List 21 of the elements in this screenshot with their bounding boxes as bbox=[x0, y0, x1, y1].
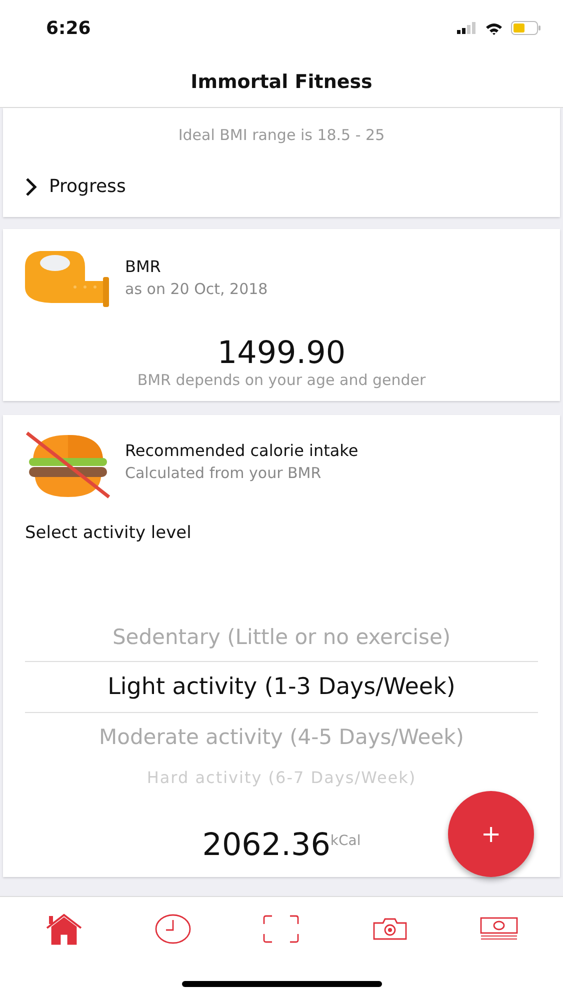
chevron-icon bbox=[25, 176, 37, 196]
status-time: 6:26 bbox=[46, 18, 91, 38]
calorie-value: 2062.36 bbox=[202, 827, 330, 863]
activity-option[interactable]: Moderate activity (4-5 Days/Week) bbox=[25, 713, 538, 761]
bmi-range-hint: Ideal BMI range is 18.5 - 25 bbox=[177, 126, 386, 144]
bmr-date: as on 20 Oct, 2018 bbox=[125, 280, 268, 298]
signal-icon bbox=[457, 22, 477, 34]
calorie-subtitle: Calculated from your BMR bbox=[125, 464, 322, 482]
calorie-title: Recommended calorie intake bbox=[125, 441, 358, 460]
calorie-unit: kCal bbox=[330, 833, 361, 849]
crossed-burger-icon bbox=[25, 431, 111, 499]
bmr-hint: BMR depends on your age and gender bbox=[136, 371, 427, 389]
bmr-title: BMR bbox=[125, 257, 162, 276]
activity-option[interactable]: Sedentary (Little or no exercise) bbox=[25, 613, 538, 661]
battery-icon bbox=[511, 21, 541, 35]
wifi-icon bbox=[485, 22, 503, 34]
activity-label: Select activity level bbox=[25, 523, 192, 543]
app-title: Immortal Fitness bbox=[190, 70, 372, 92]
activity-option[interactable]: Light activity (1-3 Days/Week) bbox=[25, 661, 538, 713]
progress-toggle[interactable]: Progress bbox=[25, 176, 126, 197]
bmr-value: 1499.90 bbox=[216, 335, 347, 371]
